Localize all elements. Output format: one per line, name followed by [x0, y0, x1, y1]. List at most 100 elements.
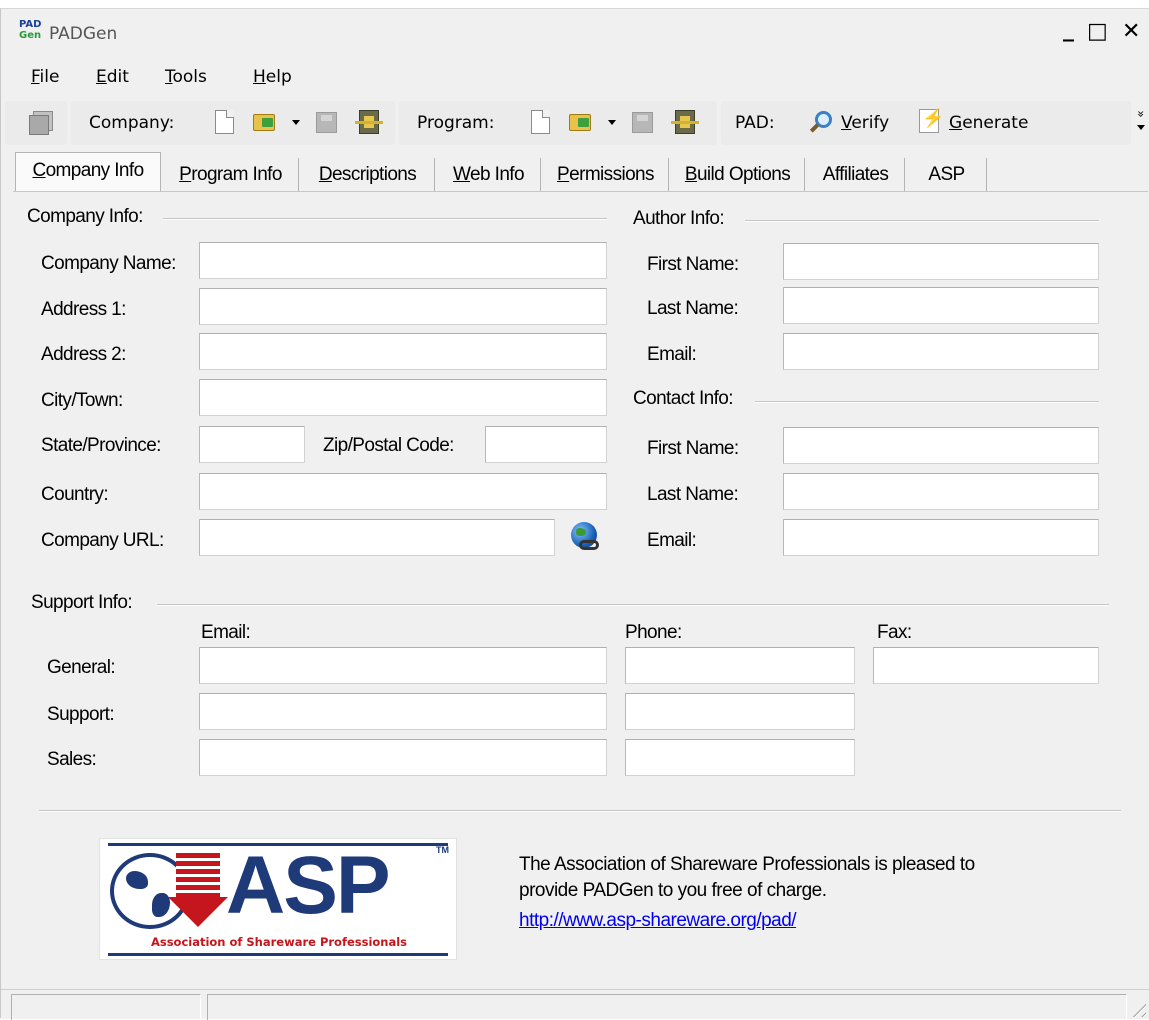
- company-open-icon[interactable]: [253, 114, 275, 131]
- company-url-field[interactable]: [199, 519, 555, 556]
- verify-button[interactable]: Verify: [803, 107, 913, 139]
- company-url-label: Company URL:: [41, 530, 164, 551]
- asp-message-line2: provide PADGen to you free of charge.: [519, 880, 827, 901]
- author-first-name-field[interactable]: [783, 243, 1099, 280]
- menu-file[interactable]: File: [31, 67, 59, 87]
- author-email-field[interactable]: [783, 333, 1099, 370]
- company-info-group-label: Company Info:: [27, 206, 143, 227]
- toolbar-group-program: Program:: [399, 101, 717, 145]
- address1-field[interactable]: [199, 288, 607, 325]
- asp-logo-bar-bottom: [108, 953, 448, 956]
- tab-descriptions-key: D: [318, 164, 333, 185]
- minimize-button[interactable]: _: [1063, 19, 1074, 41]
- contact-info-divider: [755, 401, 1099, 403]
- contact-info-group-label: Contact Info:: [633, 388, 734, 409]
- resize-grip-icon[interactable]: [1128, 999, 1146, 1017]
- menu-tools[interactable]: Tools: [165, 67, 207, 87]
- general-phone-field[interactable]: [625, 647, 855, 684]
- country-label: Country:: [41, 484, 109, 505]
- generate-button[interactable]: Generate: [915, 107, 1055, 139]
- close-button[interactable]: ✕: [1122, 21, 1140, 43]
- contact-last-name-label: Last Name:: [647, 484, 739, 505]
- company-saveas-icon[interactable]: [355, 110, 383, 134]
- tab-web-info[interactable]: Web Info: [437, 158, 541, 192]
- sales-phone-field[interactable]: [625, 739, 855, 776]
- program-saveas-icon[interactable]: [671, 110, 699, 134]
- company-name-field[interactable]: [199, 242, 607, 279]
- tab-permissions[interactable]: Permissions: [543, 158, 669, 192]
- city-field[interactable]: [199, 379, 607, 416]
- menu-tools-rest: ools: [172, 67, 207, 87]
- copy-icon[interactable]: [29, 115, 49, 135]
- tab-company-info-key: C: [32, 160, 46, 181]
- menu-help[interactable]: Help: [253, 67, 292, 87]
- tab-permissions-key: P: [557, 164, 570, 185]
- tab-web-info-rest: eb Info: [470, 164, 525, 185]
- company-toolbar-label: Company:: [89, 113, 175, 133]
- title-bar[interactable]: PAD Gen PADGen _ □ ✕: [1, 9, 1149, 57]
- tab-program-info[interactable]: Program Info: [163, 158, 299, 192]
- app-icon-top: PAD: [19, 19, 42, 30]
- menu-file-key: F: [31, 67, 40, 87]
- company-info-panel: Company Info: Company Name: Address 1: A…: [13, 191, 1148, 986]
- program-open-icon[interactable]: [569, 114, 591, 131]
- open-url-button[interactable]: [569, 522, 603, 556]
- zip-label: Zip/Postal Code:: [323, 435, 454, 456]
- support-phone-field[interactable]: [625, 693, 855, 730]
- tab-build-options[interactable]: Build Options: [671, 158, 805, 192]
- address1-label: Address 1:: [41, 299, 126, 320]
- country-field[interactable]: [199, 473, 607, 510]
- asp-pad-link[interactable]: http://www.asp-shareware.org/pad/: [519, 910, 797, 932]
- tab-build-options-key: B: [684, 164, 698, 185]
- status-pane-left: [11, 994, 201, 1020]
- author-last-name-label: Last Name:: [647, 298, 739, 319]
- contact-first-name-field[interactable]: [783, 427, 1099, 464]
- general-email-field[interactable]: [199, 647, 607, 684]
- company-open-dropdown-icon[interactable]: [292, 120, 300, 125]
- support-info-divider: [157, 604, 1109, 606]
- address2-field[interactable]: [199, 333, 607, 370]
- program-open-dropdown-icon[interactable]: [608, 120, 616, 125]
- verify-rest: erify: [851, 113, 890, 133]
- contact-last-name-field[interactable]: [783, 473, 1099, 510]
- author-last-name-field[interactable]: [783, 287, 1099, 324]
- zip-field[interactable]: [485, 426, 607, 463]
- contact-email-field[interactable]: [783, 519, 1099, 556]
- window-title: PADGen: [49, 24, 118, 44]
- maximize-button[interactable]: □: [1087, 21, 1108, 43]
- toolbar-overflow-chevron[interactable]: »: [1134, 109, 1148, 139]
- footer-divider: [39, 810, 1121, 812]
- asp-logo: ASP TM Association of Shareware Professi…: [99, 838, 457, 960]
- company-info-divider: [163, 218, 607, 220]
- company-save-icon[interactable]: [316, 112, 337, 133]
- program-save-icon[interactable]: [632, 112, 653, 133]
- menu-edit-key: E: [96, 67, 107, 87]
- contact-email-label: Email:: [647, 530, 697, 551]
- company-new-icon[interactable]: [215, 110, 234, 134]
- tab-build-options-rest: uild Options: [696, 164, 791, 185]
- asp-logo-tm: TM: [436, 845, 449, 855]
- city-label: City/Town:: [41, 390, 123, 411]
- tab-company-info[interactable]: Company Info: [15, 152, 161, 192]
- sales-label: Sales:: [47, 749, 97, 770]
- toolbar-group-company: Company:: [71, 101, 395, 145]
- tab-affiliates[interactable]: Affiliates: [807, 158, 905, 192]
- sales-email-field[interactable]: [199, 739, 607, 776]
- toolbar-dropdown-arrow-icon: [1137, 125, 1145, 130]
- tab-asp[interactable]: ASP: [907, 158, 987, 192]
- support-email-field[interactable]: [199, 693, 607, 730]
- asp-message: The Association of Shareware Professiona…: [519, 852, 975, 904]
- program-new-icon[interactable]: [531, 110, 550, 134]
- state-field[interactable]: [199, 426, 305, 463]
- tab-company-info-rest: ompany Info: [45, 160, 145, 181]
- padgen-window: PAD Gen PADGen _ □ ✕ File Edit Tools Hel…: [0, 8, 1149, 1020]
- general-fax-field[interactable]: [873, 647, 1099, 684]
- generate-key: G: [949, 113, 963, 133]
- magnifier-icon: [815, 111, 832, 128]
- company-name-label: Company Name:: [41, 253, 176, 274]
- program-toolbar-label: Program:: [417, 113, 495, 133]
- toolbar-group-pad: PAD: Verify Generate: [721, 101, 1131, 145]
- menu-edit[interactable]: Edit: [96, 67, 129, 87]
- author-info-group-label: Author Info:: [633, 208, 725, 229]
- tab-descriptions[interactable]: Descriptions: [301, 158, 435, 192]
